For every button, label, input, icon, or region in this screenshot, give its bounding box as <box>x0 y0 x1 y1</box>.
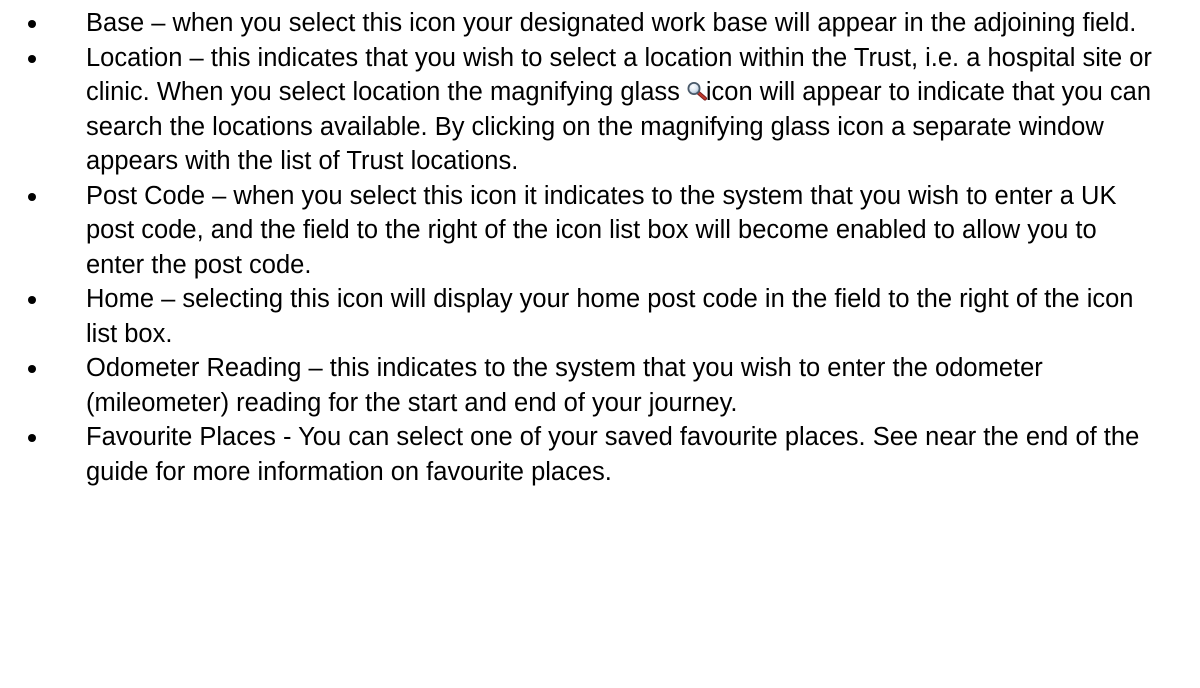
list-item-location: Location – this indicates that you wish … <box>0 41 1200 179</box>
bullet-point <box>28 54 36 63</box>
list-item-text: Odometer Reading – this indicates to the… <box>86 354 1043 417</box>
bullet-point <box>28 192 36 201</box>
list-item-base: Base – when you select this icon your de… <box>0 6 1200 41</box>
bullet-point <box>28 434 36 442</box>
bullet-point <box>28 296 36 304</box>
list-item-favourite-places: Favourite Places - You can select one of… <box>0 420 1200 489</box>
list-item-home: Home – selecting this icon will display … <box>0 282 1200 351</box>
bullet-list: Base – when you select this icon your de… <box>0 6 1200 489</box>
list-item-post-code: Post Code – when you select this icon it… <box>0 179 1200 283</box>
list-item-text: Post Code – when you select this icon it… <box>86 181 1117 279</box>
bullet-point <box>28 365 36 373</box>
list-item-text: Favourite Places - You can select one of… <box>86 423 1140 486</box>
bullet-point <box>28 20 36 28</box>
list-item-text: Home – selecting this icon will display … <box>86 285 1134 348</box>
list-item-odometer-reading: Odometer Reading – this indicates to the… <box>0 351 1200 420</box>
magnifying-glass-icon <box>687 82 707 101</box>
list-item-text: Base – when you select this icon your de… <box>86 9 1137 37</box>
